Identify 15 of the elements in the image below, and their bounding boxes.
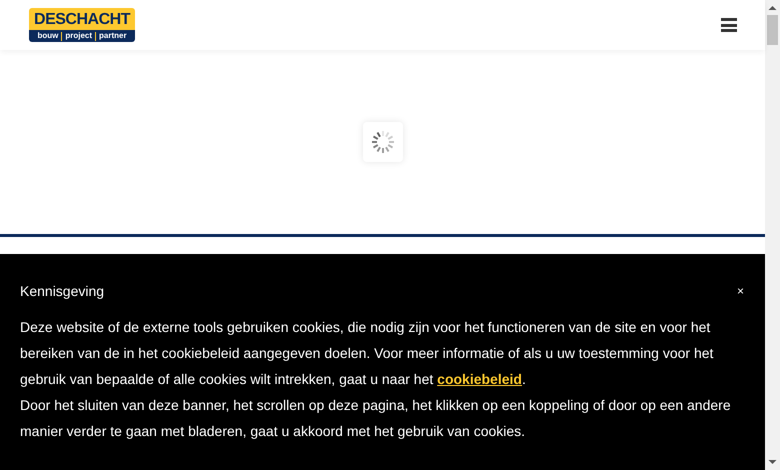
banner-text: Door het sluiten van deze banner, het scrollen op deze pagina, het klikken op een koppeling of door op een andere manier verder te gaan met bladeren, gaat u akkoord met het gebruik van cookies.: [20, 396, 732, 441]
logo-tagline: bouw: [37, 31, 58, 41]
cookie-policy-link[interactable]: cookiebeleid: [437, 371, 522, 387]
logo-tagline: project: [65, 31, 92, 41]
logo-name: DESCHACHT: [34, 10, 130, 30]
logo-tagline: partner: [99, 31, 127, 41]
scrollbar[interactable]: [765, 0, 780, 470]
menu-icon[interactable]: [721, 18, 737, 32]
spinner-icon: [370, 130, 394, 154]
scrollbar-thumb[interactable]: [767, 15, 778, 45]
banner-text: Deze website of de externe tools gebruiken cookies, die nodig zijn voor het functioneren van de site en voor het bereiken van de in het cookiebeleid aangegeven doelen. Voor meer informatie of als u uw toestemming voor het gebruik van bepaalde of alle cookies wilt intrekken, gaat u naar het cookiebeleid.: [20, 318, 714, 389]
close-button[interactable]: ×: [736, 278, 744, 304]
banner-title: Kennisgeving: [20, 282, 104, 301]
scroll-up-icon[interactable]: [768, 3, 777, 13]
scroll-down-icon[interactable]: [768, 457, 777, 467]
